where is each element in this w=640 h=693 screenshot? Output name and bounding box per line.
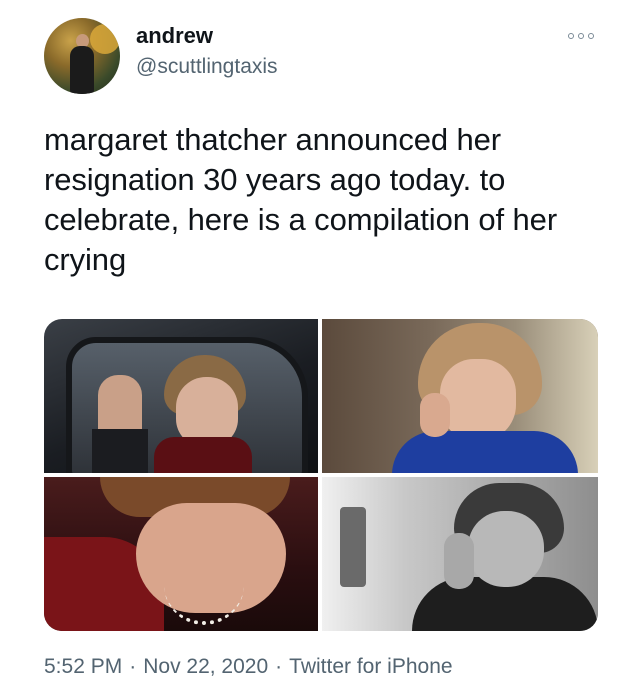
avatar-background	[90, 24, 120, 54]
tweet[interactable]: andrew @scuttlingtaxis margaret thatcher…	[0, 0, 640, 693]
media-grid	[44, 319, 598, 631]
photo-figure	[154, 437, 252, 473]
dot	[568, 33, 574, 39]
tweet-source[interactable]: Twitter for iPhone	[289, 655, 452, 678]
tweet-date[interactable]: Nov 22, 2020	[143, 655, 268, 678]
photo-object	[340, 507, 366, 587]
avatar[interactable]	[44, 18, 120, 94]
user-names: andrew @scuttlingtaxis	[136, 22, 278, 81]
tweet-meta: 5:52 PM · Nov 22, 2020 · Twitter for iPhone	[44, 653, 453, 681]
more-options-icon[interactable]	[568, 30, 598, 44]
photo-3[interactable]	[44, 477, 318, 631]
dot	[588, 33, 594, 39]
tweet-text: margaret thatcher announced her resignat…	[44, 122, 558, 277]
avatar-figure	[70, 46, 94, 94]
meta-separator: ·	[129, 655, 137, 678]
meta-separator: ·	[275, 655, 283, 678]
dot	[578, 33, 584, 39]
photo-figure	[420, 393, 450, 437]
display-name[interactable]: andrew	[136, 22, 278, 50]
photo-figure	[92, 429, 148, 473]
photo-1[interactable]	[44, 319, 318, 473]
photo-figure	[392, 431, 578, 473]
photo-figure	[468, 511, 544, 587]
photo-figure	[444, 533, 474, 589]
user-handle[interactable]: @scuttlingtaxis	[136, 53, 278, 81]
photo-figure	[440, 359, 516, 441]
photo-2[interactable]	[322, 319, 598, 473]
tweet-time[interactable]: 5:52 PM	[44, 655, 122, 678]
photo-figure	[164, 581, 244, 625]
tweet-header: andrew @scuttlingtaxis	[44, 18, 600, 98]
photo-4[interactable]	[322, 477, 598, 631]
